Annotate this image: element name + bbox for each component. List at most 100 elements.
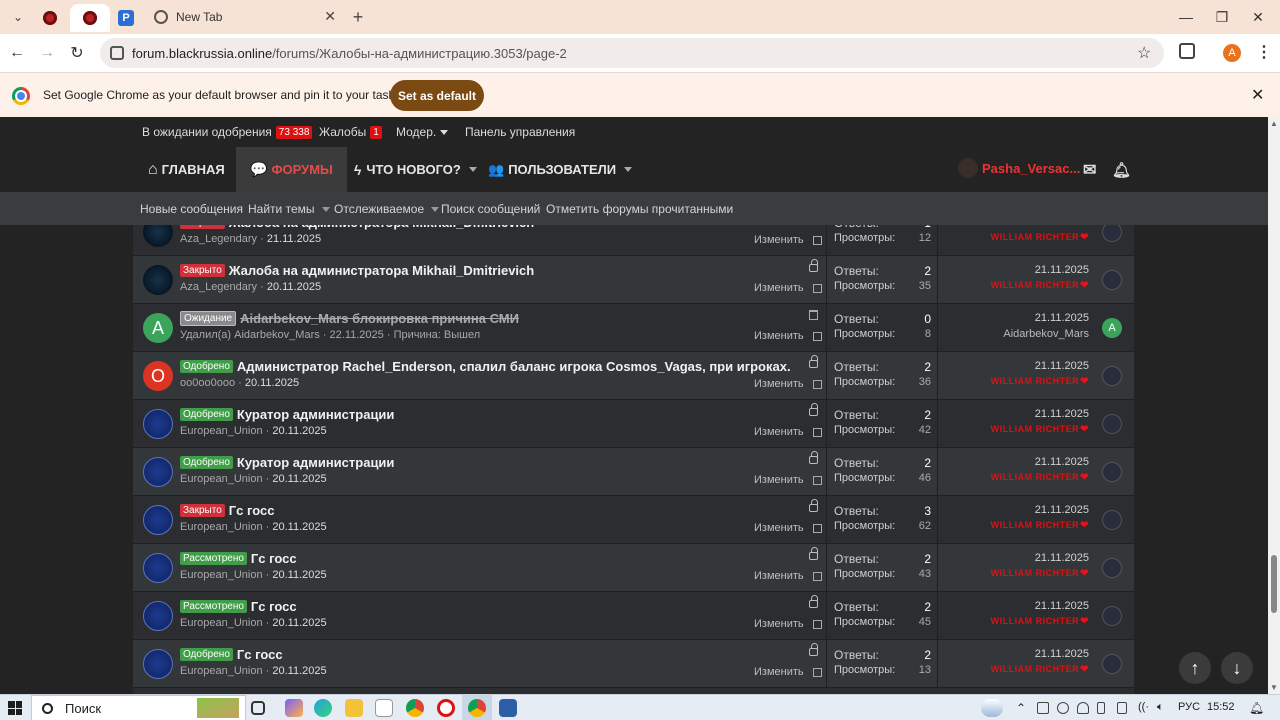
extensions-icon[interactable] xyxy=(1179,43,1195,59)
thread-author[interactable]: European_Union xyxy=(180,617,263,629)
scrollbar-thumb[interactable] xyxy=(1271,555,1277,613)
site-info-icon[interactable] xyxy=(110,46,124,60)
thread-author[interactable]: European_Union xyxy=(180,665,263,677)
thread-row[interactable]: Одобрено Куратор администрации European_Un… xyxy=(133,400,1134,448)
bell-icon[interactable]: 🔔︎ xyxy=(1112,147,1131,192)
scroll-down-icon[interactable]: ▼ xyxy=(1270,683,1278,692)
select-checkbox[interactable] xyxy=(812,619,822,629)
last-post-date[interactable]: 21.11.2025 xyxy=(1035,552,1089,564)
thread-row[interactable]: Рассмотрено Гс госс European_Union · 20.11… xyxy=(133,544,1134,592)
last-post-date[interactable]: 21.11.2025 xyxy=(1035,225,1089,228)
thread-author[interactable]: European_Union xyxy=(180,521,263,533)
last-post-date[interactable]: 21.11.2025 xyxy=(1035,312,1089,324)
nav-whats-new[interactable]: ϟ ЧТО НОВОГО? xyxy=(354,147,477,192)
select-checkbox[interactable] xyxy=(812,427,822,437)
last-poster-avatar[interactable] xyxy=(1102,510,1122,530)
thread-date[interactable]: 20.11.2025 xyxy=(267,281,321,293)
inbox-icon[interactable]: ✉ xyxy=(1083,147,1096,192)
tray-icon[interactable] xyxy=(1037,702,1049,714)
select-checkbox[interactable] xyxy=(812,235,822,245)
nav-home[interactable]: ⌂ ГЛАВНАЯ xyxy=(148,147,225,192)
new-tab-button[interactable]: + xyxy=(346,6,370,28)
scroll-bottom-button[interactable]: ↓ xyxy=(1221,652,1253,684)
caret-down-icon[interactable] xyxy=(624,167,633,172)
last-post-date[interactable]: 21.11.2025 xyxy=(1035,648,1089,660)
thread-author[interactable]: European_Union xyxy=(180,569,263,581)
last-poster[interactable]: Aidarbekov_Mars xyxy=(1003,328,1089,340)
author-avatar[interactable]: O xyxy=(143,361,173,391)
thread-author[interactable]: Удалил(а) Aidarbekov_Mars xyxy=(180,329,320,341)
thread-author[interactable]: European_Union xyxy=(180,425,263,437)
nav-users[interactable]: 👥 ПОЛЬЗОВАТЕЛИ xyxy=(488,147,633,192)
last-poster-avatar[interactable] xyxy=(1102,462,1122,482)
store-icon[interactable] xyxy=(375,699,393,717)
thread-date[interactable]: 20.11.2025 xyxy=(272,521,326,533)
complaints-link[interactable]: Жалобы 1 xyxy=(319,125,382,139)
moder-menu[interactable]: Модер. xyxy=(396,125,449,139)
last-poster-avatar[interactable] xyxy=(1102,225,1122,242)
thread-title-link[interactable]: Гс госс xyxy=(237,647,283,662)
copilot-icon[interactable] xyxy=(285,699,303,717)
thread-title-link[interactable]: Куратор администрации xyxy=(237,455,395,470)
select-checkbox[interactable] xyxy=(812,379,822,389)
thread-row[interactable]: Закрыто Гс госс European_Union · 20.11.202… xyxy=(133,496,1134,544)
last-post-date[interactable]: 21.11.2025 xyxy=(1035,264,1089,276)
thread-row[interactable]: Одобрено Гс госс European_Union · 20.11.20… xyxy=(133,640,1134,688)
eu-flag-avatar[interactable] xyxy=(143,505,173,535)
thread-title-link[interactable]: Гс госс xyxy=(251,551,297,566)
close-infobar-icon[interactable]: ✕ xyxy=(1251,85,1264,105)
last-poster[interactable]: WILLIAM RICHTER❤ xyxy=(991,424,1089,435)
thread-title-link[interactable]: Жалоба на администратора Mikhail_Dmitrie… xyxy=(229,263,534,278)
opera-icon[interactable] xyxy=(437,699,455,717)
thread-author[interactable]: European_Union xyxy=(180,473,263,485)
thread-date[interactable]: 20.11.2025 xyxy=(272,665,326,677)
address-bar[interactable]: forum.blackrussia.online/forums/Жалобы-н… xyxy=(100,38,1164,68)
cloud-icon[interactable] xyxy=(1077,702,1089,714)
select-checkbox[interactable] xyxy=(812,283,822,293)
thread-date[interactable]: 21.11.2025 xyxy=(267,233,321,245)
edit-control[interactable]: Изменить xyxy=(754,522,822,534)
last-poster[interactable]: WILLIAM RICHTER❤ xyxy=(991,520,1089,531)
last-poster[interactable]: WILLIAM RICHTER❤ xyxy=(991,232,1089,243)
eu-flag-avatar[interactable] xyxy=(143,553,173,583)
scroll-top-button[interactable]: ↑ xyxy=(1179,652,1211,684)
thread-row[interactable]: O Одобрено Администратор Rachel_Enderson, … xyxy=(133,352,1134,400)
subnav-search[interactable]: Поиск сообщений xyxy=(441,202,540,216)
language-indicator[interactable]: РУС xyxy=(1178,701,1200,713)
edit-control[interactable]: Изменить xyxy=(754,282,822,294)
edit-control[interactable]: Изменить xyxy=(754,618,822,630)
tab-blackrussia-1[interactable] xyxy=(38,6,62,30)
thread-row[interactable]: Рассмотрено Гс госс European_Union · 20.11… xyxy=(133,592,1134,640)
thread-row[interactable]: Одобрено Куратор администрации European_Un… xyxy=(133,448,1134,496)
pending-approval-link[interactable]: В ожидании одобрения 73 338 xyxy=(142,125,313,139)
subnav-watched[interactable]: Отслеживаемое xyxy=(334,202,440,216)
last-post-date[interactable]: 21.11.2025 xyxy=(1035,408,1089,420)
thread-row[interactable]: A Ожидание Aidarbekov_Mars блокировка прич… xyxy=(133,304,1134,352)
edit-control[interactable]: Изменить xyxy=(754,330,822,342)
menu-icon[interactable]: ⋮ xyxy=(1256,42,1272,62)
edit-control[interactable]: Изменить xyxy=(754,426,822,438)
edit-control[interactable]: Изменить xyxy=(754,234,822,246)
app-icon[interactable] xyxy=(499,699,517,717)
last-poster-avatar[interactable] xyxy=(1102,606,1122,626)
select-checkbox[interactable] xyxy=(812,571,822,581)
scroll-up-icon[interactable]: ▲ xyxy=(1270,119,1278,128)
chevron-up-icon[interactable]: ⌃ xyxy=(1016,701,1026,715)
select-checkbox[interactable] xyxy=(812,475,822,485)
author-avatar[interactable]: A xyxy=(143,313,173,343)
edit-control[interactable]: Изменить xyxy=(754,378,822,390)
usb-icon[interactable] xyxy=(1097,702,1105,714)
thread-date[interactable]: 20.11.2025 xyxy=(245,377,299,389)
thread-date[interactable]: 22.11.2025 xyxy=(330,329,384,341)
last-poster-avatar[interactable] xyxy=(1102,414,1122,434)
tab-search-button[interactable]: ⌄ xyxy=(6,6,30,28)
thread-title-link[interactable]: Гс госс xyxy=(251,599,297,614)
thread-author[interactable]: Aza_Legendary xyxy=(180,233,257,245)
edit-control[interactable]: Изменить xyxy=(754,570,822,582)
forward-button[interactable]: → xyxy=(36,42,58,64)
chrome-taskbar-icon[interactable] xyxy=(406,699,424,717)
user-account-menu[interactable]: Pasha_Versac... xyxy=(958,158,1080,178)
edit-control[interactable]: Изменить xyxy=(754,474,822,486)
subnav-mark-read[interactable]: Отметить форумы прочитанными xyxy=(546,202,733,216)
close-tab-icon[interactable]: ✕ xyxy=(324,8,336,25)
